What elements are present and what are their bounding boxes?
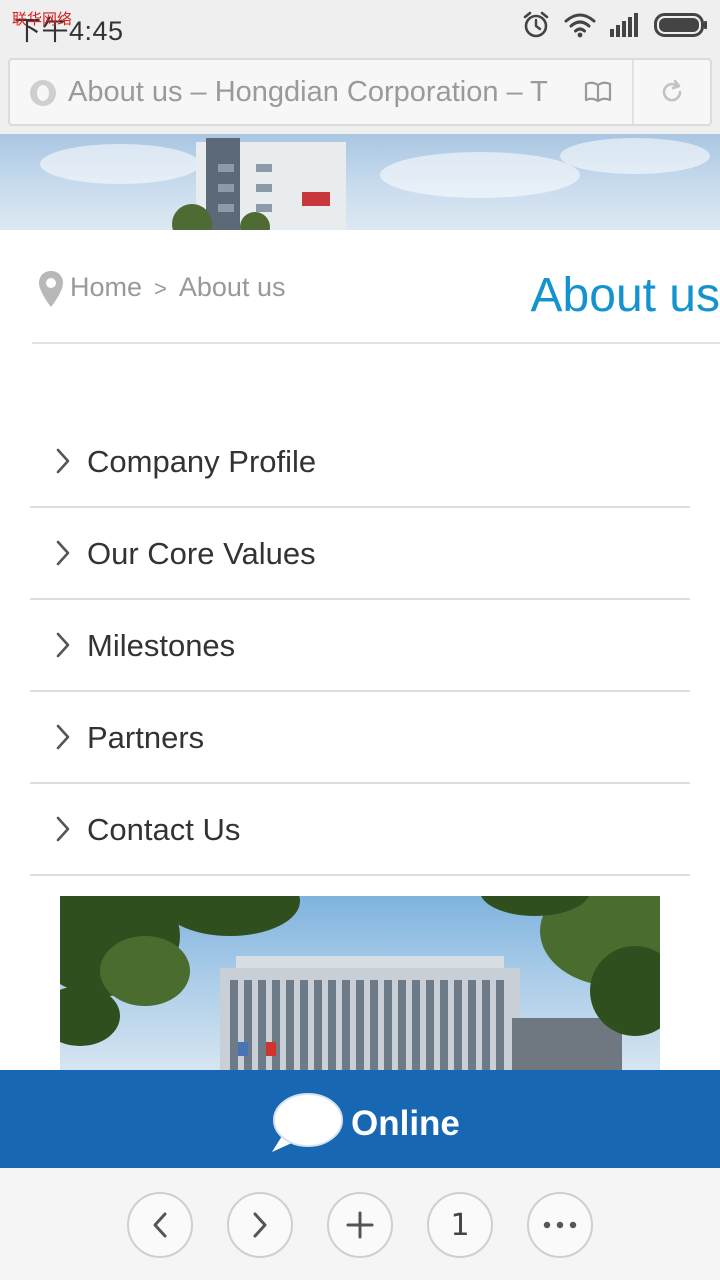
chevron-right-icon xyxy=(56,632,70,658)
address-page-title[interactable]: About us – Hongdian Corporation – TI xyxy=(68,76,548,109)
menu-item-partners[interactable]: Partners xyxy=(30,692,690,784)
address-bar[interactable]: About us – Hongdian Corporation – TI xyxy=(8,58,712,126)
online-label: Online xyxy=(351,1104,460,1143)
forward-button[interactable] xyxy=(227,1192,293,1258)
breadcrumb-row: Home > About us About us xyxy=(32,230,720,344)
chat-bubble-icon xyxy=(272,1093,343,1152)
status-icons xyxy=(522,9,708,41)
browser-chrome: About us – Hongdian Corporation – TI xyxy=(0,50,720,134)
browser-toolbar: 1 xyxy=(0,1168,720,1280)
menu-item-label: Milestones xyxy=(87,628,236,663)
reader-mode-icon[interactable] xyxy=(584,80,612,104)
more-menu-button[interactable] xyxy=(527,1192,593,1258)
site-icon xyxy=(30,80,56,106)
menu-item-label: Company Profile xyxy=(87,444,317,479)
menu-item-label: Partners xyxy=(87,720,205,755)
menu-item-core-values[interactable]: Our Core Values xyxy=(30,508,690,600)
breadcrumb-current: About us xyxy=(178,272,286,302)
breadcrumb: Home > About us xyxy=(70,272,285,303)
back-button[interactable] xyxy=(127,1192,193,1258)
header-banner-image xyxy=(0,134,720,230)
wifi-icon xyxy=(564,13,596,38)
signal-icon xyxy=(610,13,638,37)
chevron-right-icon xyxy=(56,724,70,750)
carrier-label: 联华网络 xyxy=(12,10,73,28)
menu-item-label: Our Core Values xyxy=(87,536,316,571)
chevron-right-icon xyxy=(56,448,70,474)
online-chat-button[interactable]: Online xyxy=(0,1070,720,1168)
address-divider xyxy=(632,60,634,124)
chevron-right-icon xyxy=(56,540,70,566)
forward-icon xyxy=(253,1212,267,1238)
tab-count: 1 xyxy=(450,1207,470,1243)
section-menu: Company Profile Our Core Values Mileston… xyxy=(30,416,690,876)
chevron-right-icon xyxy=(56,816,70,842)
more-icon xyxy=(543,1221,577,1229)
building-photo xyxy=(60,896,660,1070)
breadcrumb-separator: > xyxy=(154,276,167,301)
plus-icon xyxy=(346,1211,374,1239)
breadcrumb-home-link[interactable]: Home xyxy=(70,272,142,302)
menu-item-label: Contact Us xyxy=(87,812,241,847)
new-tab-button[interactable] xyxy=(327,1192,393,1258)
location-pin-icon xyxy=(39,271,63,307)
menu-item-contact-us[interactable]: Contact Us xyxy=(30,784,690,876)
back-icon xyxy=(153,1212,167,1238)
page-title: About us xyxy=(530,269,720,322)
menu-item-milestones[interactable]: Milestones xyxy=(30,600,690,692)
status-bar: 下午4:45 联华网络 xyxy=(0,0,720,50)
alarm-icon xyxy=(523,11,549,38)
tabs-button[interactable]: 1 xyxy=(427,1192,493,1258)
menu-item-company-profile[interactable]: Company Profile xyxy=(30,416,690,508)
battery-icon xyxy=(654,13,707,37)
reload-icon[interactable] xyxy=(658,78,686,106)
